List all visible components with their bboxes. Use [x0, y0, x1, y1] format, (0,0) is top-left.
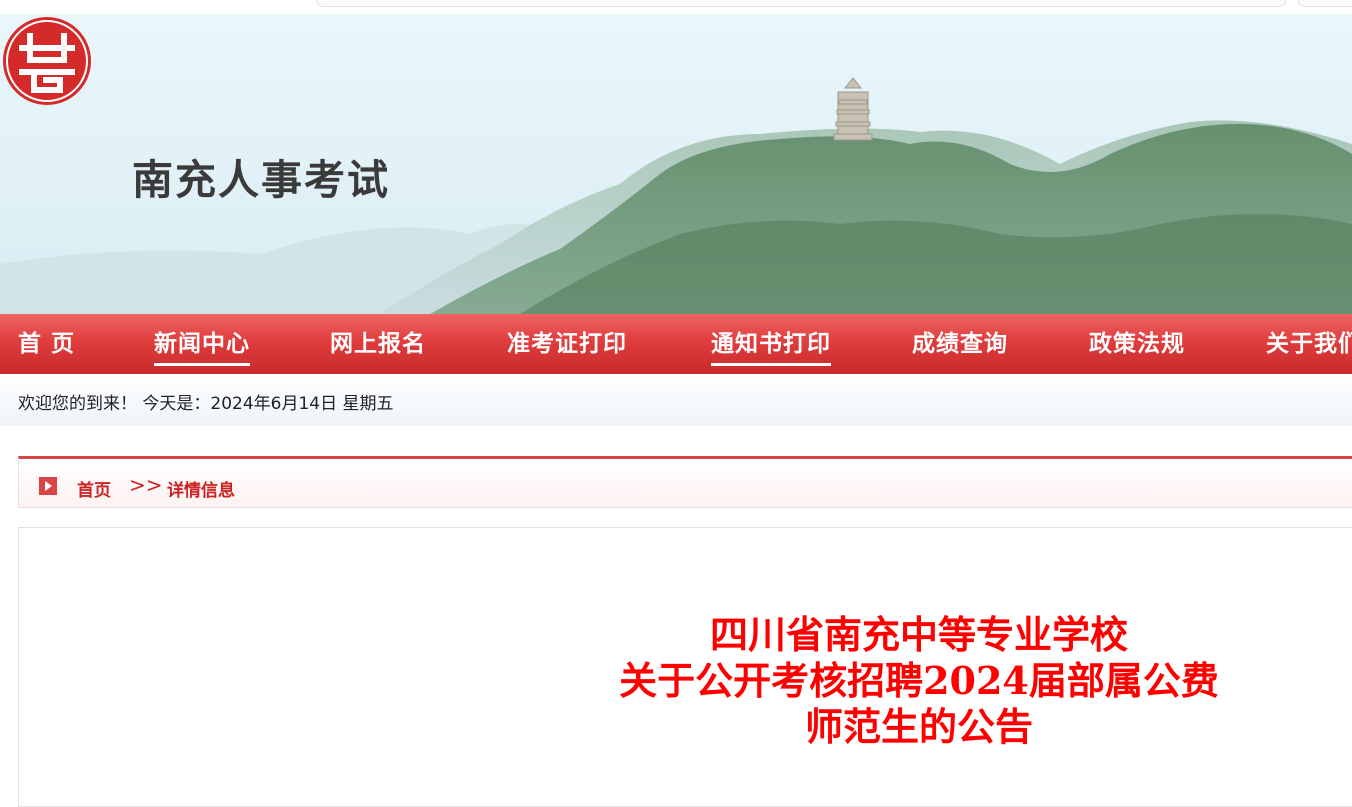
browser-top-strip [0, 0, 1352, 14]
site-logo[interactable] [0, 14, 94, 108]
main-nav: 首 页 新闻中心 网上报名 准考证打印 通知书打印 成绩查询 政策法规 关于我们 [0, 314, 1352, 374]
site-name: 南充人事考试 [132, 156, 390, 204]
article-panel: 四川省南充中等专业学校 关于公开考核招聘2024届部属公费 师范生的公告 [18, 527, 1352, 807]
article-title-line: 师范生的公告 [804, 704, 1033, 749]
nav-item-scores[interactable]: 成绩查询 [912, 314, 1008, 374]
nav-item-home[interactable]: 首 页 [18, 314, 75, 374]
breadcrumb-current: 详情信息 [167, 481, 235, 501]
article-title: 四川省南充中等专业学校 关于公开考核招聘2024届部属公费 师范生的公告 [579, 612, 1259, 750]
nav-item-policy[interactable]: 政策法规 [1089, 314, 1185, 374]
breadcrumb-separator: >> [129, 473, 163, 497]
welcome-text: 欢迎您的到来！ 今天是：2024年6月14日 星期五 [18, 394, 394, 414]
breadcrumb-home-link[interactable]: 首页 [77, 476, 111, 501]
browser-button[interactable] [1298, 0, 1352, 7]
nav-item-admission-ticket[interactable]: 准考证打印 [507, 314, 627, 374]
nav-item-about[interactable]: 关于我们 [1266, 314, 1352, 374]
nav-item-notice-print[interactable]: 通知书打印 [711, 314, 831, 374]
nav-item-registration[interactable]: 网上报名 [330, 314, 426, 374]
nav-item-news[interactable]: 新闻中心 [154, 314, 250, 374]
article-title-line: 关于公开考核招聘2024届部属公费 [619, 658, 1219, 703]
breadcrumb: 首页 >> 详情信息 [18, 456, 1352, 508]
address-bar[interactable] [316, 0, 1286, 7]
play-arrow-icon [39, 477, 57, 495]
header-banner: 南充人事考试 [0, 14, 1352, 314]
article-title-line: 四川省南充中等专业学校 [709, 612, 1128, 657]
welcome-bar: 欢迎您的到来！ 今天是：2024年6月14日 星期五 [0, 374, 1352, 426]
